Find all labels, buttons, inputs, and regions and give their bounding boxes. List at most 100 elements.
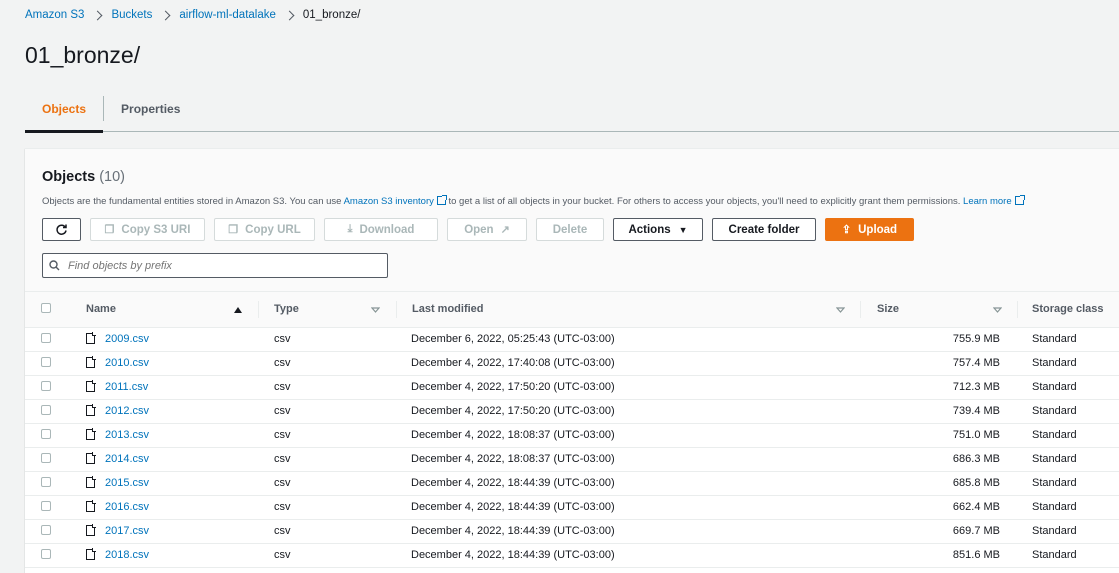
object-name-link[interactable]: 2011.csv xyxy=(105,381,148,393)
row-select-cell xyxy=(25,543,65,568)
tab-properties[interactable]: Properties xyxy=(104,86,197,131)
sort-icon[interactable] xyxy=(993,307,1002,313)
storage-class-cell: Standard xyxy=(1018,351,1119,376)
open-label: Open xyxy=(464,223,494,236)
external-link-icon xyxy=(1014,195,1025,205)
delete-button[interactable]: Delete xyxy=(536,218,604,241)
row-select-cell xyxy=(25,519,65,544)
file-icon xyxy=(86,452,96,464)
type-cell: csv xyxy=(259,423,397,448)
table-row[interactable]: 2012.csv csv December 4, 2022, 17:50:20 (U… xyxy=(25,399,1119,424)
breadcrumb-bucket[interactable]: airflow-ml-datalake xyxy=(179,9,276,21)
copy-url-button[interactable]: ❐ Copy URL xyxy=(214,218,315,241)
file-icon xyxy=(86,476,96,488)
storage-class-cell: Standard xyxy=(1018,495,1119,520)
row-checkbox[interactable] xyxy=(41,524,51,535)
file-icon xyxy=(86,404,96,416)
select-all-checkbox[interactable] xyxy=(41,302,51,313)
desc-text-2: to get a list of all objects in your buc… xyxy=(445,196,964,207)
search-input[interactable] xyxy=(68,259,368,272)
object-name-link[interactable]: 2013.csv xyxy=(105,429,149,441)
sort-icon[interactable] xyxy=(371,307,380,313)
table-row[interactable]: 2018.csv csv December 4, 2022, 18:44:39 (U… xyxy=(25,543,1119,568)
size-cell: 685.8 MB xyxy=(861,471,1018,496)
table-row[interactable]: 2017.csv csv December 4, 2022, 18:44:39 (U… xyxy=(25,519,1119,544)
file-icon xyxy=(86,380,96,392)
open-button[interactable]: Open ↗ xyxy=(447,218,527,241)
row-checkbox[interactable] xyxy=(41,356,51,367)
object-name-link[interactable]: 2017.csv xyxy=(105,525,149,537)
table-row[interactable]: 2009.csv csv December 6, 2022, 05:25:43 (U… xyxy=(25,327,1119,352)
row-select-cell xyxy=(25,423,65,448)
upload-button[interactable]: ⇪ Upload xyxy=(825,218,914,241)
size-cell: 662.4 MB xyxy=(861,495,1018,520)
row-checkbox[interactable] xyxy=(41,380,51,391)
size-cell: 851.6 MB xyxy=(861,543,1018,568)
row-checkbox[interactable] xyxy=(41,452,51,463)
row-checkbox[interactable] xyxy=(41,500,51,511)
size-cell: 712.3 MB xyxy=(861,375,1018,400)
type-cell: csv xyxy=(259,447,397,472)
object-name-link[interactable]: 2009.csv xyxy=(105,333,149,345)
breadcrumb: Amazon S3 Buckets airflow-ml-datalake 01… xyxy=(25,9,360,21)
row-checkbox[interactable] xyxy=(41,404,51,415)
objects-panel-header: Objects (10) Objects are the fundamental… xyxy=(25,149,1119,292)
name-cell: 2017.csv xyxy=(65,519,259,544)
learn-more-link[interactable]: Learn more xyxy=(963,195,1025,207)
col-size[interactable]: Size xyxy=(861,292,1018,328)
col-type[interactable]: Type xyxy=(259,292,397,328)
file-icon xyxy=(86,500,96,512)
name-cell: 2018.csv xyxy=(65,543,259,568)
modified-cell: December 4, 2022, 18:08:37 (UTC-03:00) xyxy=(397,447,861,472)
objects-table: Name Type Last modified Size Storage cla… xyxy=(25,292,1119,568)
object-name-link[interactable]: 2015.csv xyxy=(105,477,149,489)
search-icon xyxy=(49,260,60,271)
size-cell: 757.4 MB xyxy=(861,351,1018,376)
copy-url-label: Copy URL xyxy=(245,223,301,236)
object-name-link[interactable]: 2014.csv xyxy=(105,453,149,465)
object-name-link[interactable]: 2016.csv xyxy=(105,501,149,513)
table-row[interactable]: 2016.csv csv December 4, 2022, 18:44:39 (U… xyxy=(25,495,1119,520)
row-select-cell xyxy=(25,327,65,352)
learn-more-link-label: Learn more xyxy=(963,196,1012,207)
col-storage-class[interactable]: Storage class xyxy=(1018,292,1119,328)
s3-inventory-link[interactable]: Amazon S3 inventory xyxy=(344,195,447,207)
file-icon xyxy=(86,428,96,440)
sort-icon[interactable] xyxy=(836,307,845,313)
table-row[interactable]: 2011.csv csv December 4, 2022, 17:50:20 (U… xyxy=(25,375,1119,400)
file-icon xyxy=(86,548,96,560)
col-last-modified[interactable]: Last modified xyxy=(397,292,861,328)
storage-class-cell: Standard xyxy=(1018,471,1119,496)
table-row[interactable]: 2014.csv csv December 4, 2022, 18:08:37 (U… xyxy=(25,447,1119,472)
create-folder-button[interactable]: Create folder xyxy=(712,218,816,241)
object-name-link[interactable]: 2018.csv xyxy=(105,549,149,561)
breadcrumb-buckets[interactable]: Buckets xyxy=(111,9,152,21)
sort-asc-icon[interactable] xyxy=(234,307,242,313)
row-checkbox[interactable] xyxy=(41,548,51,559)
row-select-cell xyxy=(25,447,65,472)
row-checkbox[interactable] xyxy=(41,332,51,343)
panel-description: Objects are the fundamental entities sto… xyxy=(42,195,1025,207)
objects-toolbar: ❐ Copy S3 URI ❐ Copy URL ⤓ Download Open ↗ D… xyxy=(42,218,923,241)
actions-dropdown[interactable]: Actions ▼ xyxy=(613,218,703,241)
storage-class-cell: Standard xyxy=(1018,399,1119,424)
table-row[interactable]: 2015.csv csv December 4, 2022, 18:44:39 (U… xyxy=(25,471,1119,496)
size-cell: 751.0 MB xyxy=(861,423,1018,448)
breadcrumb-amazon-s3[interactable]: Amazon S3 xyxy=(25,9,84,21)
object-name-link[interactable]: 2010.csv xyxy=(105,357,149,369)
object-name-link[interactable]: 2012.csv xyxy=(105,405,149,417)
type-cell: csv xyxy=(259,471,397,496)
row-checkbox[interactable] xyxy=(41,476,51,487)
col-name[interactable]: Name xyxy=(65,292,259,328)
refresh-button[interactable] xyxy=(42,218,81,241)
download-button[interactable]: ⤓ Download xyxy=(324,218,438,241)
row-select-cell xyxy=(25,351,65,376)
copy-s3-uri-button[interactable]: ❐ Copy S3 URI xyxy=(90,218,205,241)
file-icon xyxy=(86,524,96,536)
type-cell: csv xyxy=(259,519,397,544)
tab-objects[interactable]: Objects xyxy=(25,86,104,133)
table-row[interactable]: 2010.csv csv December 4, 2022, 17:40:08 (U… xyxy=(25,351,1119,376)
storage-class-cell: Standard xyxy=(1018,327,1119,352)
table-row[interactable]: 2013.csv csv December 4, 2022, 18:08:37 (U… xyxy=(25,423,1119,448)
row-checkbox[interactable] xyxy=(41,428,51,439)
